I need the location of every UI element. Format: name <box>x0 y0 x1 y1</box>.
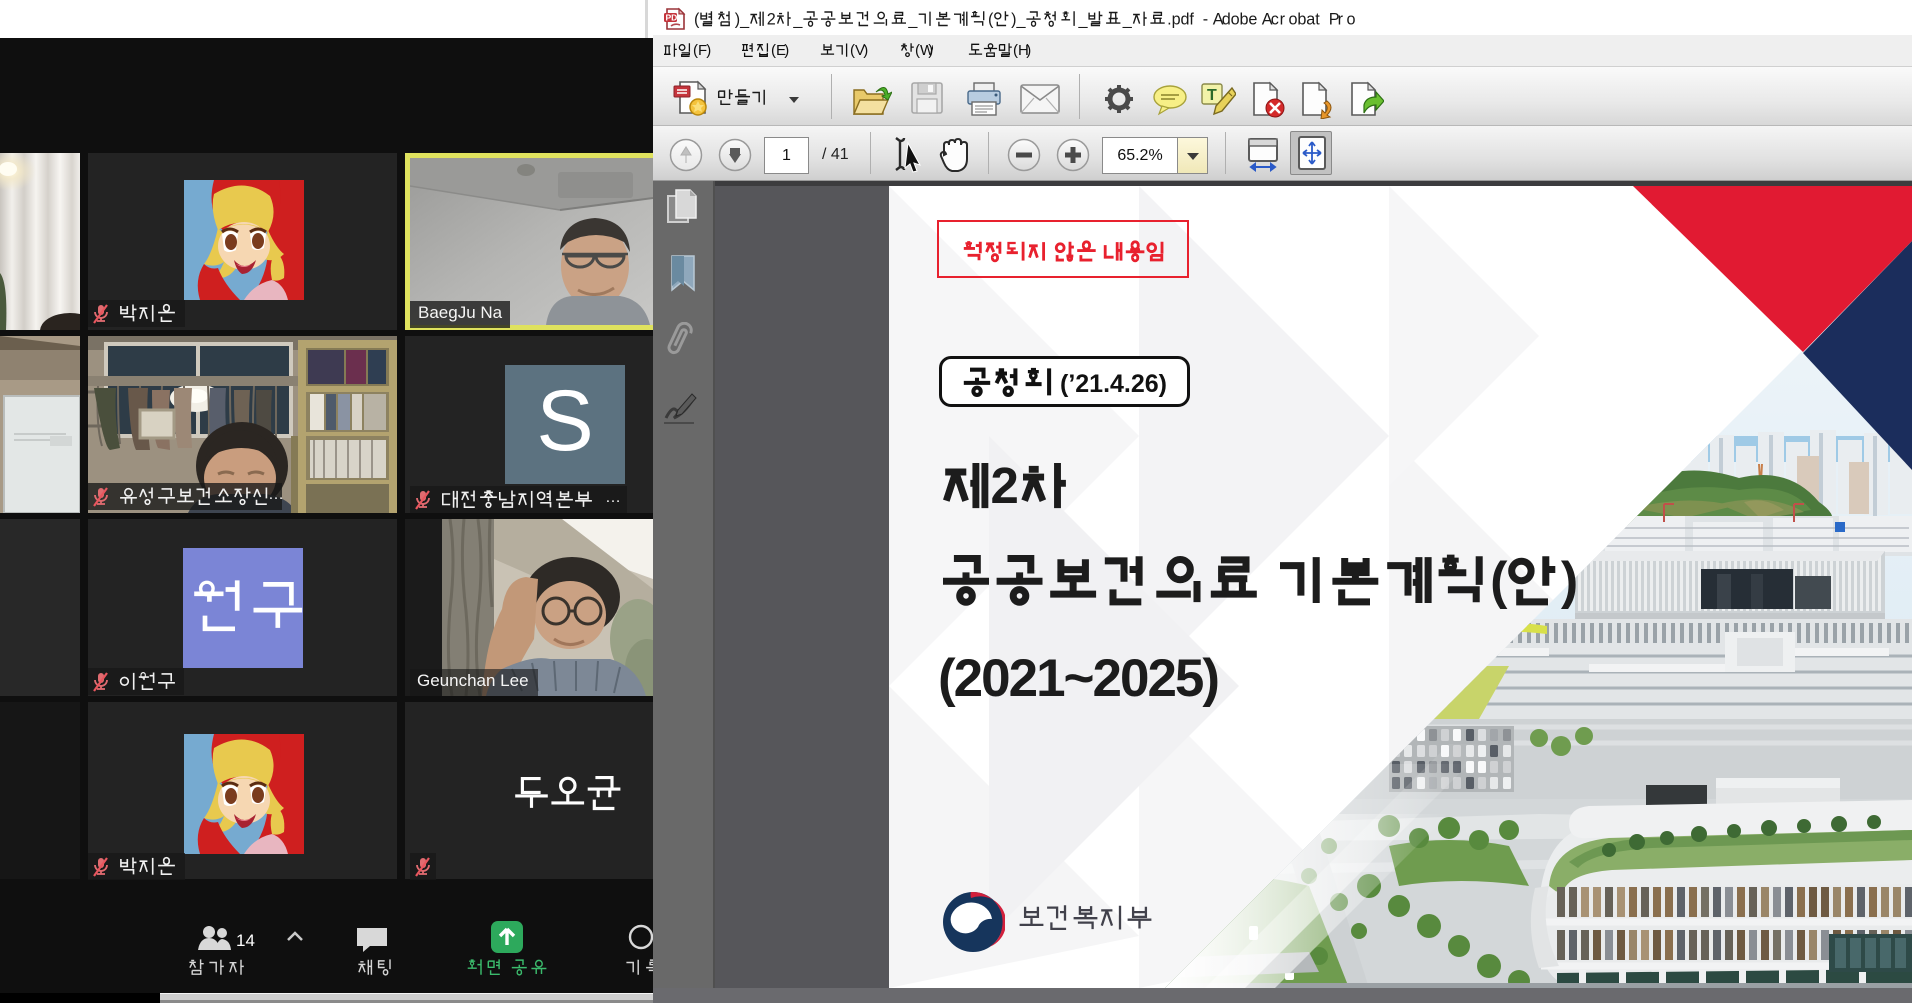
svg-text:-: - <box>1203 10 1208 28</box>
svg-text:2: 2 <box>767 10 776 28</box>
svg-text:o: o <box>1347 10 1356 28</box>
svg-text:_: _ <box>1016 10 1027 28</box>
svg-text:): ) <box>1026 42 1031 59</box>
svg-text:_: _ <box>1078 10 1089 28</box>
svg-text:o: o <box>1289 10 1298 28</box>
svg-text:c: c <box>1271 10 1279 28</box>
svg-text:r: r <box>1280 10 1286 28</box>
svg-text:a: a <box>1306 10 1315 28</box>
svg-text:e: e <box>1248 10 1257 28</box>
svg-text:b: b <box>1297 10 1306 28</box>
svg-text:o: o <box>1231 10 1240 28</box>
svg-text:14: 14 <box>236 931 255 950</box>
svg-text:T: T <box>1207 87 1217 104</box>
svg-text:f: f <box>1189 10 1194 28</box>
svg-text:p: p <box>1172 10 1181 28</box>
svg-text:b: b <box>1240 10 1249 28</box>
svg-text:): ) <box>784 42 789 59</box>
svg-text:d: d <box>1181 10 1190 28</box>
svg-text:_: _ <box>1122 10 1133 28</box>
svg-text:): ) <box>706 42 711 59</box>
svg-text:r: r <box>1338 10 1344 28</box>
svg-text:_: _ <box>907 10 918 28</box>
svg-text:): ) <box>863 42 868 59</box>
svg-text:(: ( <box>988 10 994 28</box>
svg-text:PDF: PDF <box>666 13 683 23</box>
svg-text:): ) <box>928 42 933 59</box>
svg-text:(: ( <box>694 10 700 28</box>
svg-text:2: 2 <box>991 458 1019 514</box>
svg-text:(: ( <box>1490 552 1508 610</box>
svg-text:_: _ <box>792 10 803 28</box>
svg-text:_: _ <box>739 10 750 28</box>
svg-text:d: d <box>1222 10 1231 28</box>
svg-text:): ) <box>1561 552 1578 610</box>
svg-text:t: t <box>1315 10 1320 28</box>
